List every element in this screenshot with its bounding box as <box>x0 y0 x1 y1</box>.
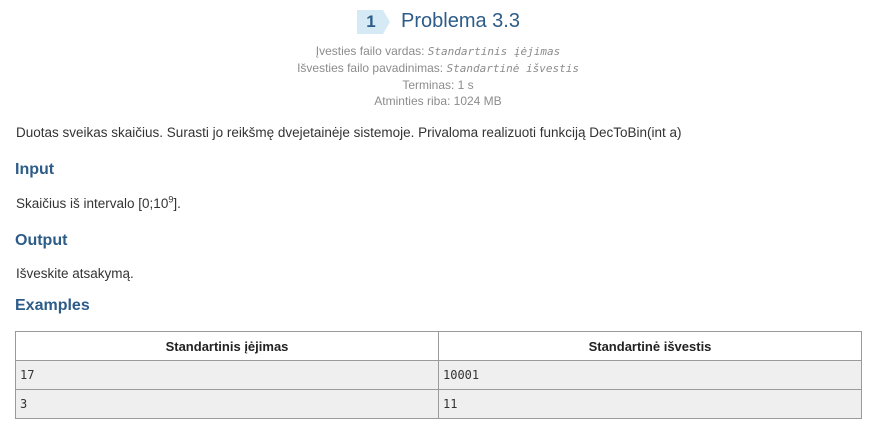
problem-number-badge: 1 <box>357 10 390 34</box>
memory-limit: Atminties riba: 1024 MB <box>374 94 502 108</box>
input-section-title: Input <box>15 161 55 178</box>
input-description: Skaičius iš intervalo [0;109]. <box>16 195 181 213</box>
input-description-prefix: Skaičius iš intervalo [0;10 <box>16 196 169 211</box>
output-file-line: Išvesties failo pavadinimas: Standartinė… <box>0 60 876 77</box>
output-file-label: Išvesties failo pavadinimas: <box>297 61 444 75</box>
problem-header: 1 Problema 3.3 <box>0 8 876 36</box>
example-input-cell[interactable]: 17 <box>15 360 439 390</box>
examples-header-row: Standartinis įėjimas Standartinė išvesti… <box>15 331 862 361</box>
output-file-value: Standartinė išvestis <box>446 62 579 75</box>
output-section-title: Output <box>15 232 68 249</box>
input-file-line: Įvesties failo vardas: Standartinis įėji… <box>0 43 876 60</box>
output-description: Išveskite atsakymą. <box>16 266 134 281</box>
problem-meta: Įvesties failo vardas: Standartinis įėji… <box>0 43 876 109</box>
time-limit: Terminas: 1 s <box>402 78 474 92</box>
examples-table: Standartinis įėjimas Standartinė išvesti… <box>15 331 862 419</box>
examples-header-output: Standartinė išvestis <box>438 331 862 361</box>
input-file-label: Įvesties failo vardas: <box>315 44 425 58</box>
problem-statement: Duotas sveikas skaičius. Surasti jo reik… <box>16 125 682 140</box>
examples-header-input: Standartinis įėjimas <box>15 331 439 361</box>
table-row: 3 11 <box>15 389 862 419</box>
problem-title: Problema 3.3 <box>401 10 520 32</box>
example-input-cell[interactable]: 3 <box>15 389 439 419</box>
table-row: 17 10001 <box>15 360 862 390</box>
example-output-cell[interactable]: 10001 <box>438 360 862 390</box>
input-description-suffix: ]. <box>173 196 181 211</box>
problem-number: 1 <box>366 12 376 31</box>
example-output-cell[interactable]: 11 <box>438 389 862 419</box>
input-file-value: Standartinis įėjimas <box>427 45 561 58</box>
examples-section-title: Examples <box>15 297 90 314</box>
